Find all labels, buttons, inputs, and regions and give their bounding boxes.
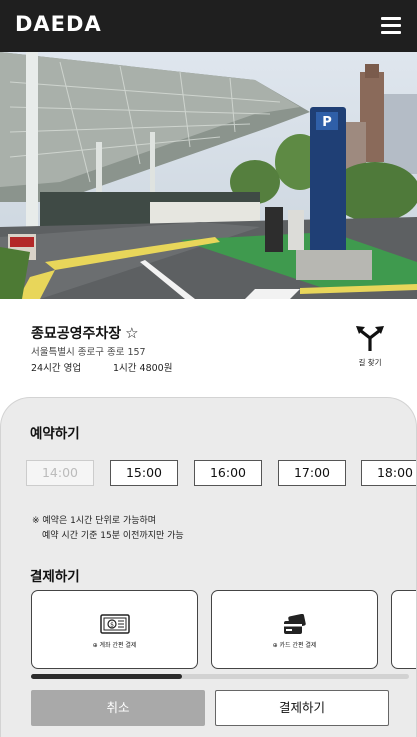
time-slot[interactable]: 16:00 (194, 460, 262, 486)
cancel-button[interactable]: 취소 (31, 690, 205, 726)
time-slot-list[interactable]: 14:00 15:00 16:00 17:00 18:00 (26, 460, 416, 486)
payment-title: 결제하기 (30, 569, 80, 585)
payment-method-account[interactable]: $ ⊕ 계좌 간편 결제 (31, 590, 198, 669)
place-info: 종묘공영주차장 ☆ 서울특별시 종로구 종로 157 24시간 영업 1시간 48… (0, 299, 417, 409)
payment-scroll-thumb[interactable] (31, 674, 182, 679)
place-hours: 24시간 영업 (31, 363, 82, 374)
reservation-notice: ※ 예약은 1시간 단위로 가능하며 예약 시간 기준 15분 이전까지만 가능 (32, 514, 184, 544)
directions-icon (356, 326, 384, 351)
place-name: 종묘공영주차장 (31, 326, 122, 342)
time-slot[interactable]: 15:00 (110, 460, 178, 486)
favorite-star-icon[interactable]: ☆ (125, 324, 138, 342)
app-logo[interactable]: DAEDA (15, 12, 102, 36)
place-address: 서울특별시 종로구 종로 157 (31, 347, 146, 358)
reservation-sheet: 예약하기 14:00 15:00 16:00 17:00 18:00 ※ 예약은… (0, 397, 417, 737)
bank-account-icon: $ (99, 614, 130, 634)
credit-card-icon (283, 614, 306, 634)
top-bar: DAEDA (0, 0, 417, 52)
payment-method-label: ⊕ 카드 간편 결제 (272, 642, 317, 649)
time-slot[interactable]: 18:00 (361, 460, 416, 486)
payment-method-more[interactable] (391, 590, 416, 669)
payment-method-card[interactable]: ⊕ 카드 간편 결제 (211, 590, 378, 669)
payment-scrollbar[interactable] (31, 674, 409, 679)
pay-button[interactable]: 결제하기 (215, 690, 389, 726)
place-price: 1시간 4800원 (113, 363, 173, 374)
time-slot-disabled: 14:00 (26, 460, 94, 486)
payment-method-label: ⊕ 계좌 간편 결제 (92, 642, 137, 649)
directions-label: 길 찾기 (358, 358, 382, 367)
directions-button[interactable]: 길 찾기 (350, 324, 390, 368)
reservation-title: 예약하기 (30, 426, 80, 442)
parking-lot-photo: P (0, 52, 417, 299)
time-slot[interactable]: 17:00 (278, 460, 346, 486)
svg-text:$: $ (110, 622, 114, 629)
notice-line-1: ※ 예약은 1시간 단위로 가능하며 (32, 516, 157, 526)
hamburger-menu-icon[interactable] (381, 17, 401, 34)
svg-text:P: P (322, 115, 332, 130)
place-name-row: 종묘공영주차장 ☆ (31, 323, 139, 343)
notice-line-2: 예약 시간 기준 15분 이전까지만 가능 (42, 531, 184, 541)
payment-method-list[interactable]: $ ⊕ 계좌 간편 결제 ⊕ 카드 간편 결제 (31, 590, 416, 670)
